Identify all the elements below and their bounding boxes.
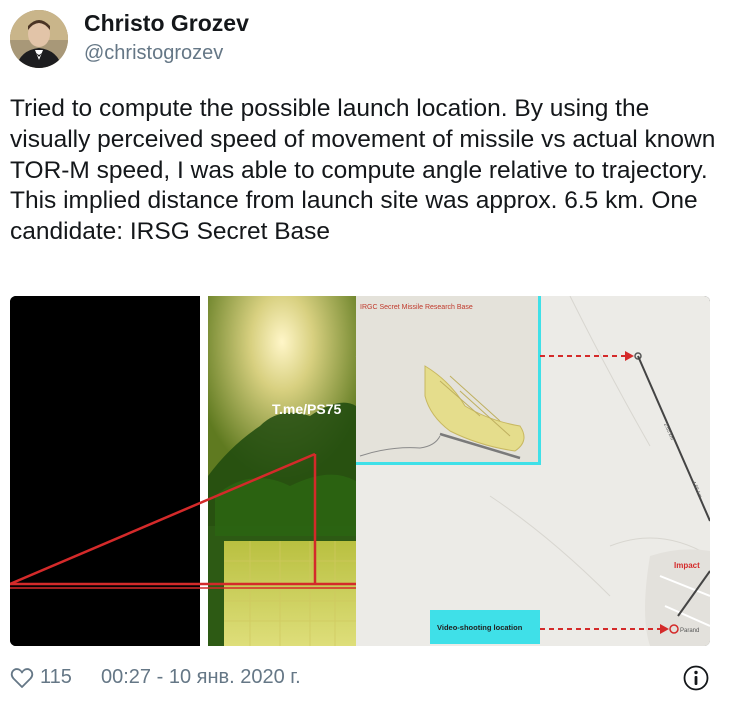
- info-button[interactable]: [682, 664, 710, 698]
- author-name[interactable]: Christo Grozev: [84, 10, 249, 37]
- avatar[interactable]: [10, 10, 68, 68]
- media-composite-image: T.me/PS75 IRGC Secret Missile Research B…: [10, 296, 710, 646]
- impact-label: Impact: [674, 561, 700, 570]
- video-frame: T.me/PS75: [208, 296, 356, 646]
- tweet-text: Tried to compute the possible launch loc…: [10, 95, 716, 246]
- tweet-footer: 115 00:27 - 10 янв. 2020 г.: [10, 662, 710, 696]
- like-button[interactable]: 115: [10, 666, 72, 689]
- map-panel: IRGC Secret Missile Research Base 2.65 k…: [355, 296, 710, 646]
- heart-outline-icon: [10, 667, 34, 689]
- video-watermark: T.me/PS75: [272, 401, 341, 417]
- avatar-image: [10, 10, 68, 68]
- info-circle-icon: [682, 664, 710, 692]
- map-inset: IRGC Secret Missile Research Base: [356, 296, 541, 465]
- svg-text:Parand: Parand: [680, 628, 699, 634]
- video-location-label: Video-shooting location: [437, 623, 523, 632]
- svg-text:IRGC Secret Missile Research B: IRGC Secret Missile Research Base: [360, 304, 473, 311]
- author-handle[interactable]: @christogrozev: [84, 42, 223, 65]
- tweet-media[interactable]: T.me/PS75 IRGC Secret Missile Research B…: [10, 296, 710, 646]
- tweet-timestamp[interactable]: 00:27 - 10 янв. 2020 г.: [101, 666, 301, 689]
- like-count: 115: [40, 666, 72, 688]
